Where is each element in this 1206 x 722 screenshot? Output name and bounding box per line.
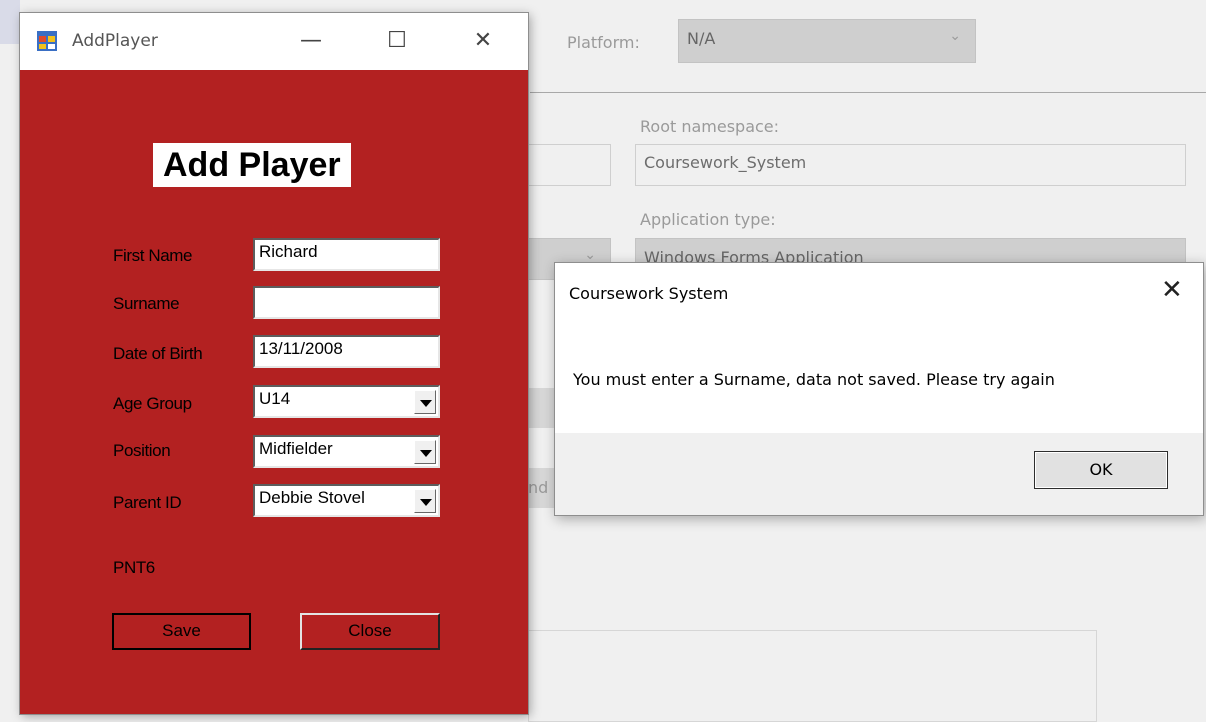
close-button[interactable]: Close	[300, 613, 440, 650]
addplayer-window: AddPlayer — ☐ ✕ Add Player First Name Ri…	[20, 13, 528, 714]
message-dialog: Coursework System ✕ You must enter a Sur…	[554, 262, 1204, 516]
age-group-label: Age Group	[113, 394, 192, 413]
dropdown-arrow-icon[interactable]	[414, 489, 436, 513]
position-combo[interactable]: Midfielder	[253, 435, 440, 468]
chevron-down-icon: ⌄	[584, 247, 596, 263]
root-namespace-value: Coursework_System	[644, 153, 807, 172]
close-icon[interactable]: ✕	[460, 23, 506, 59]
dropdown-arrow-icon[interactable]	[414, 440, 436, 464]
dialog-title: Coursework System	[569, 284, 729, 303]
surname-input[interactable]	[253, 286, 440, 319]
parent-id-label: Parent ID	[113, 493, 182, 512]
platform-label: Platform:	[567, 33, 640, 52]
background-panel	[528, 630, 1097, 722]
age-group-value: U14	[259, 389, 291, 408]
application-type-label: Application type:	[640, 210, 776, 229]
platform-value: N/A	[687, 29, 716, 48]
close-icon[interactable]: ✕	[1161, 275, 1183, 305]
first-name-label: First Name	[113, 246, 193, 265]
root-namespace-field[interactable]: Coursework_System	[635, 144, 1186, 186]
assembly-name-field[interactable]	[528, 144, 611, 186]
maximize-icon[interactable]: ☐	[374, 23, 420, 59]
ok-button[interactable]: OK	[1034, 451, 1168, 489]
parent-id-value: Debbie Stovel	[259, 488, 365, 507]
position-value: Midfielder	[259, 439, 333, 458]
window-title: AddPlayer	[72, 31, 158, 51]
save-button[interactable]: Save	[112, 613, 251, 650]
dropdown-arrow-icon[interactable]	[414, 390, 436, 414]
minimize-icon[interactable]: —	[288, 23, 334, 59]
form-heading: Add Player	[153, 143, 351, 187]
chevron-down-icon: ⌄	[949, 28, 961, 44]
app-form-icon	[37, 31, 57, 51]
age-group-combo[interactable]: U14	[253, 385, 440, 418]
root-namespace-label: Root namespace:	[640, 117, 780, 136]
surname-label: Surname	[113, 294, 180, 313]
parent-id-combo[interactable]: Debbie Stovel	[253, 484, 440, 517]
background-accent	[0, 0, 20, 44]
position-label: Position	[113, 441, 171, 460]
dob-input[interactable]: 13/11/2008	[253, 335, 440, 368]
parent-code-label: PNT6	[113, 558, 155, 577]
platform-dropdown[interactable]: N/A ⌄	[678, 19, 976, 63]
title-bar[interactable]: AddPlayer — ☐ ✕	[20, 13, 528, 70]
background-divider	[530, 92, 1206, 93]
first-name-input[interactable]: Richard	[253, 238, 440, 271]
dialog-message: You must enter a Surname, data not saved…	[573, 370, 1055, 389]
dob-label: Date of Birth	[113, 344, 203, 363]
